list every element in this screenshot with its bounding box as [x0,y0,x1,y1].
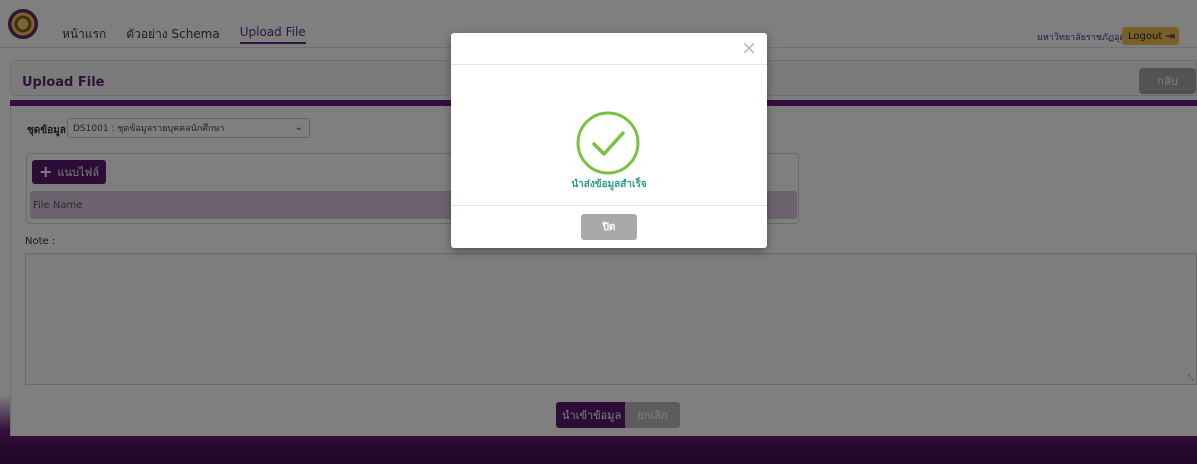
modal-header: × [451,33,767,65]
close-icon[interactable]: × [741,39,757,58]
modal-close-button[interactable]: ปิด [581,214,637,240]
modal-footer: ปิด [451,205,767,248]
check-circle-icon [576,111,640,175]
success-message: นำส่งข้อมูลสำเร็จ [571,179,647,190]
success-modal: × นำส่งข้อมูลสำเร็จ ปิด [451,33,767,248]
